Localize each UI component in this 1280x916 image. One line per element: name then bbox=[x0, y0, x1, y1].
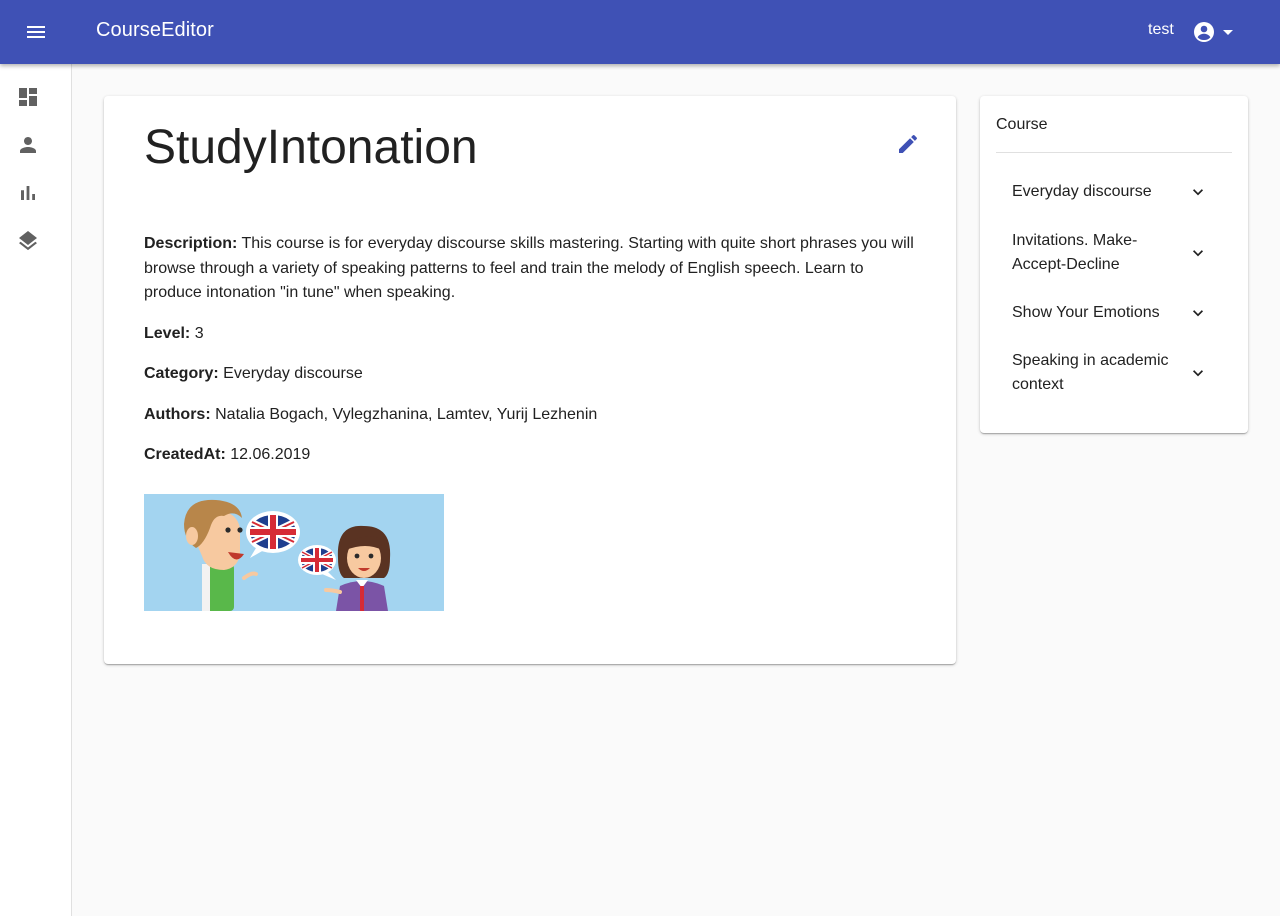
authors-value: Natalia Bogach, Vylegzhanina, Lamtev, Yu… bbox=[215, 405, 598, 423]
menu-button[interactable] bbox=[16, 12, 56, 52]
level-value: 3 bbox=[194, 324, 204, 342]
account-menu-button[interactable] bbox=[1192, 16, 1244, 48]
course-image bbox=[144, 494, 444, 611]
authors-label: Authors: bbox=[144, 405, 211, 423]
panel-heading: Course bbox=[996, 116, 1048, 133]
user-name: test bbox=[1148, 21, 1174, 38]
lesson-item-speaking-academic[interactable]: Speaking in academic context bbox=[996, 348, 1232, 398]
lesson-label: Invitations. Make-Accept-Decline bbox=[1012, 232, 1138, 273]
menu-icon bbox=[27, 26, 45, 38]
lesson-label: Speaking in academic context bbox=[1012, 352, 1169, 393]
lesson-label: Show Your Emotions bbox=[1012, 304, 1160, 321]
dashboard-icon bbox=[19, 88, 37, 106]
category-row: Category: Everyday discourse bbox=[144, 362, 916, 387]
description-label: Description: bbox=[144, 235, 238, 252]
lesson-label: Everyday discourse bbox=[1012, 183, 1152, 200]
bar-chart-icon bbox=[21, 186, 35, 200]
lesson-item-invitations[interactable]: Invitations. Make-Accept-Decline bbox=[996, 228, 1232, 278]
nav-item-users[interactable] bbox=[12, 129, 44, 161]
chevron-down-icon[interactable] bbox=[1188, 363, 1208, 383]
course-structure-panel: Course Everyday discourse Invitations. M… bbox=[980, 96, 1248, 433]
category-value: Everyday discourse bbox=[223, 365, 363, 382]
description-row: Description: This course is for everyday… bbox=[144, 232, 916, 306]
created-value: 12.06.2019 bbox=[230, 446, 311, 463]
arrow-drop-down-icon bbox=[1223, 30, 1233, 35]
lesson-item-everyday-discourse[interactable]: Everyday discourse bbox=[996, 176, 1232, 208]
pencil-icon bbox=[899, 134, 918, 153]
app-bar: CourseEditor test bbox=[0, 0, 1280, 64]
created-label: CreatedAt: bbox=[144, 446, 226, 463]
course-details: Description: This course is for everyday… bbox=[144, 232, 916, 484]
nav-item-dashboard[interactable] bbox=[12, 81, 44, 113]
level-row: Level: 3 bbox=[144, 322, 916, 347]
nav-item-statistics[interactable] bbox=[12, 177, 44, 209]
description-value: This course is for everyday discourse sk… bbox=[144, 235, 914, 301]
side-nav bbox=[0, 64, 72, 916]
course-illustration bbox=[144, 494, 444, 611]
level-label: Level: bbox=[144, 324, 191, 342]
chevron-down-icon[interactable] bbox=[1188, 303, 1208, 323]
nav-item-courses[interactable] bbox=[12, 225, 44, 257]
account-circle-icon bbox=[1194, 22, 1214, 42]
course-detail-card: StudyIntonation Description: This course… bbox=[104, 96, 956, 664]
chevron-down-icon[interactable] bbox=[1188, 243, 1208, 263]
app-title: CourseEditor bbox=[96, 19, 214, 41]
authors-row: Authors: Natalia Bogach, Vylegzhanina, L… bbox=[144, 403, 916, 428]
lesson-item-show-your-emotions[interactable]: Show Your Emotions bbox=[996, 297, 1232, 329]
course-title: StudyIntonation bbox=[144, 121, 478, 174]
person-icon bbox=[20, 137, 36, 153]
category-label: Category: bbox=[144, 365, 219, 382]
edit-course-button[interactable] bbox=[892, 128, 924, 160]
panel-divider bbox=[996, 152, 1232, 153]
layers-icon bbox=[19, 231, 37, 251]
chevron-down-icon[interactable] bbox=[1188, 182, 1208, 202]
created-row: CreatedAt: 12.06.2019 bbox=[144, 443, 916, 468]
